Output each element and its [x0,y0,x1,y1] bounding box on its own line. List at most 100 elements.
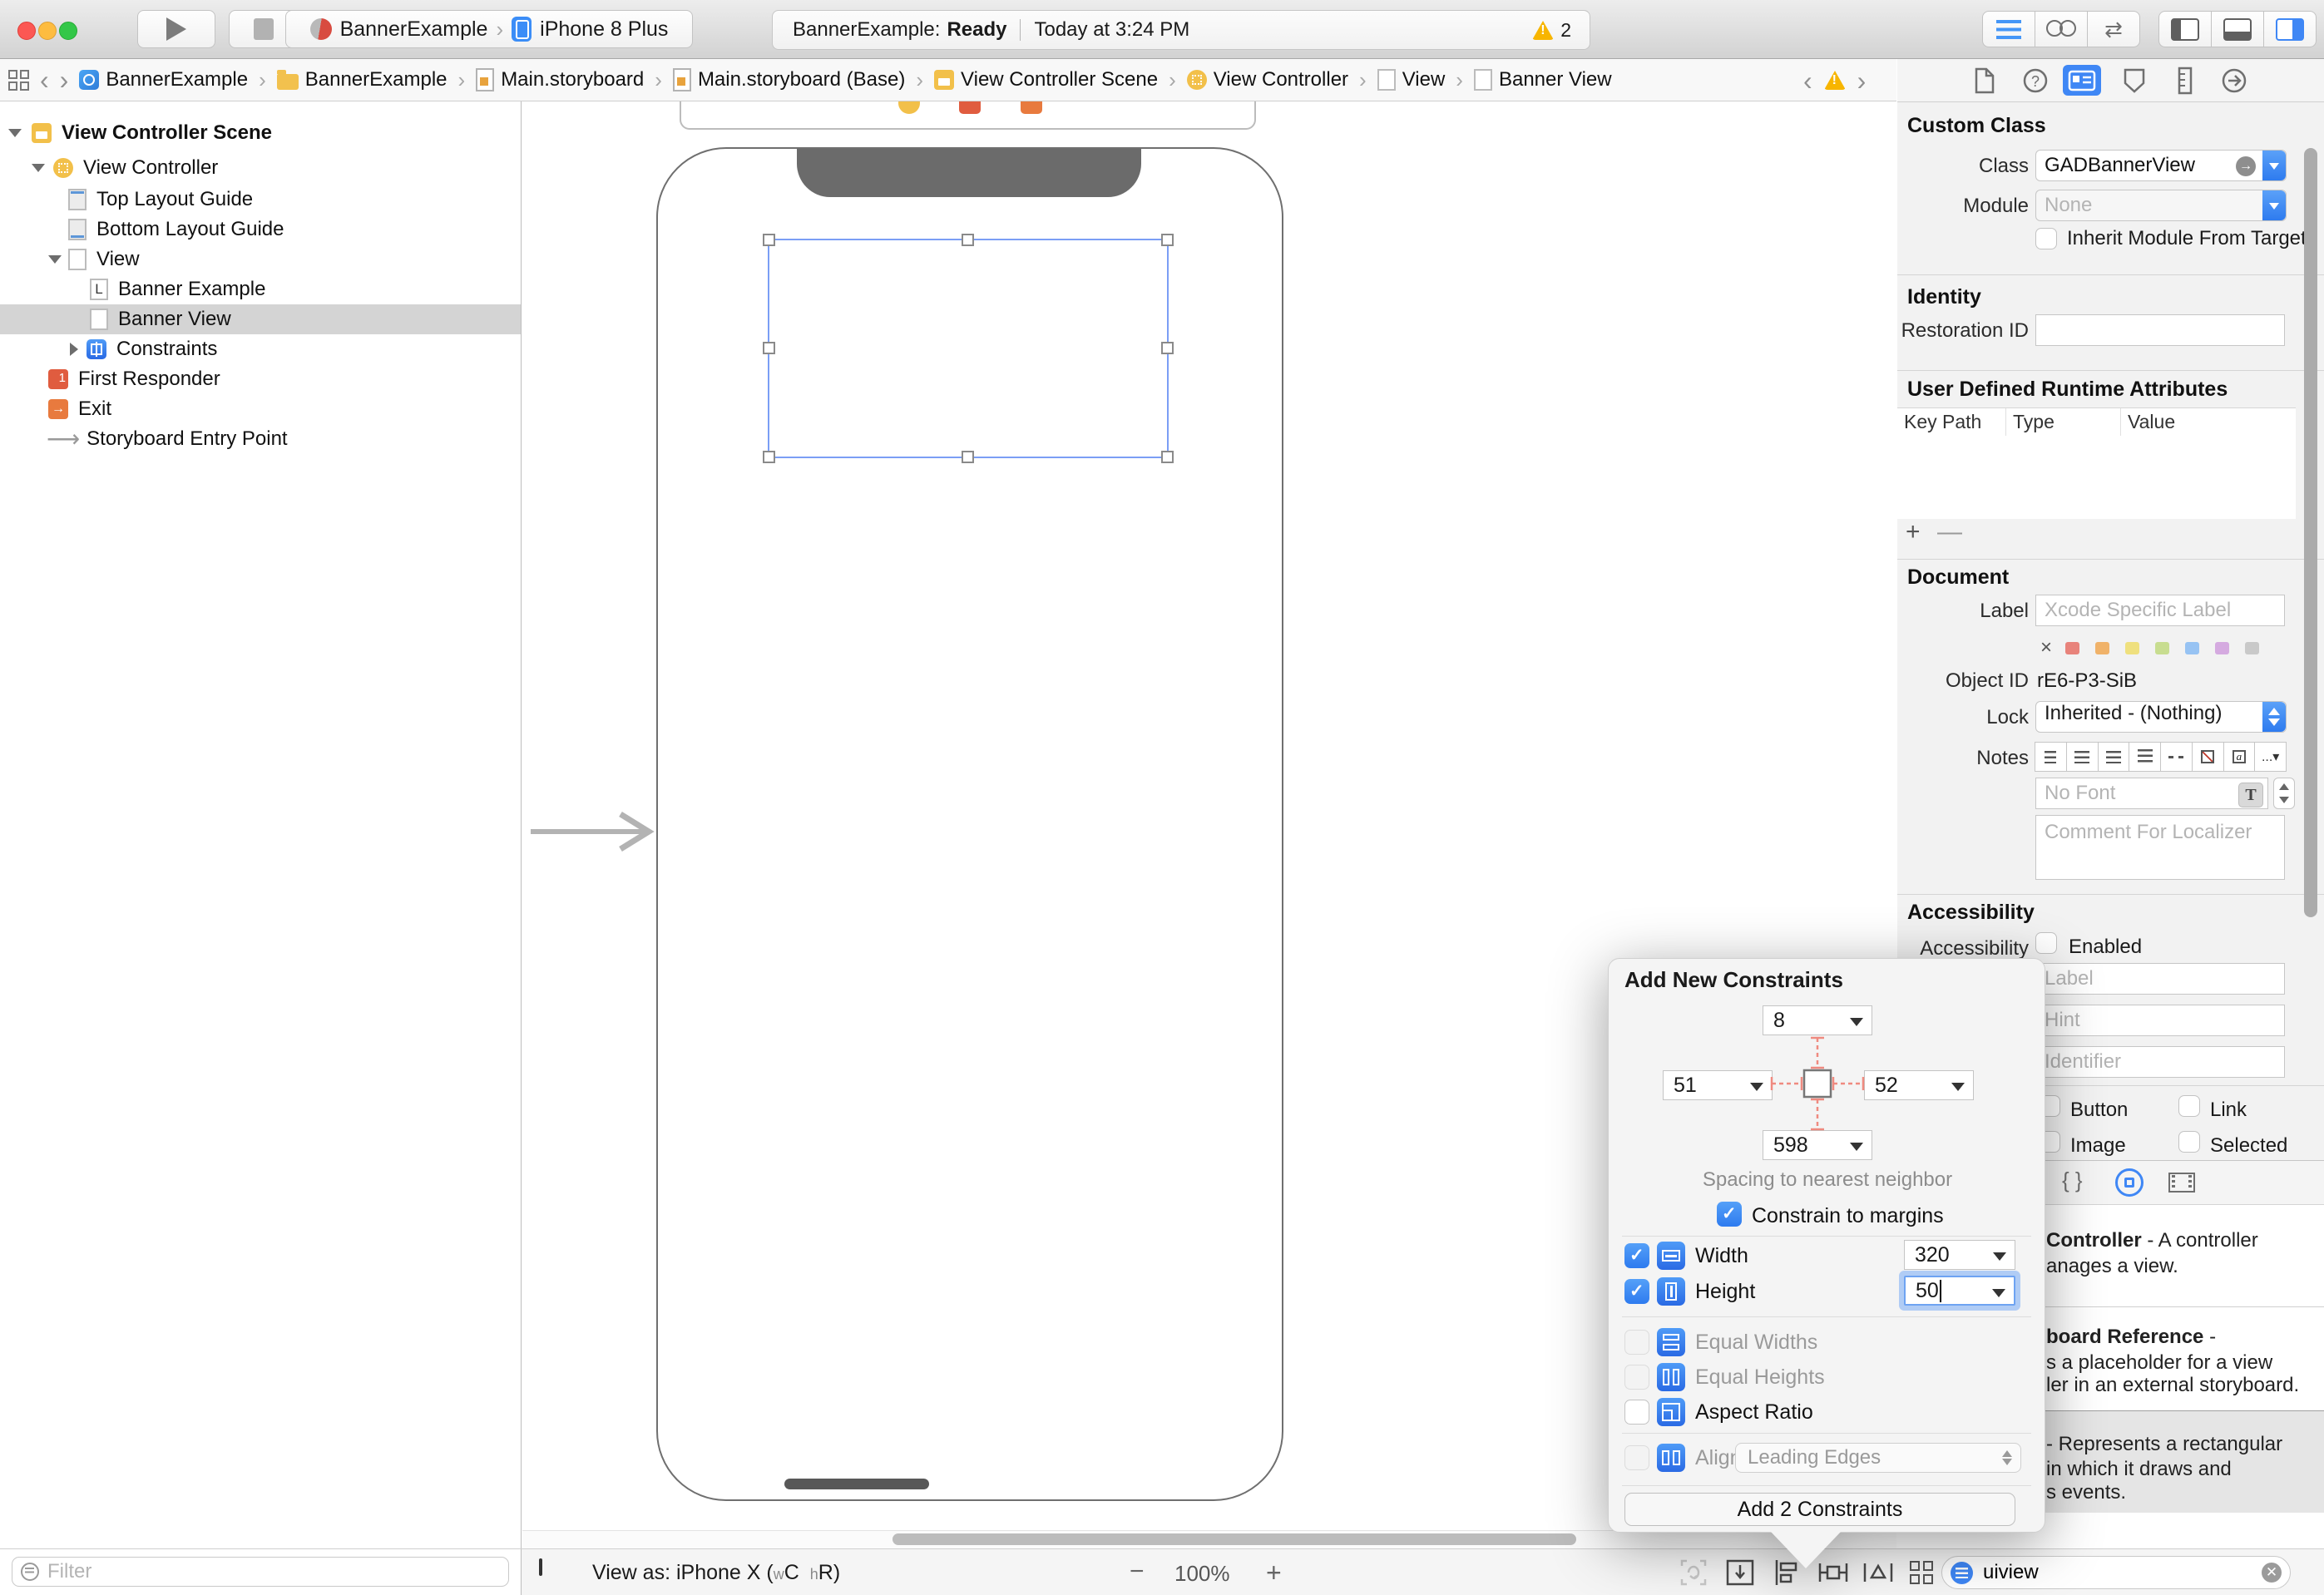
outline-row-banner-example[interactable]: L Banner Example [0,274,521,304]
minimize-window-button[interactable] [38,22,57,40]
class-input[interactable] [2036,151,2236,180]
color-yellow-swatch[interactable] [2125,642,2139,654]
resize-handle[interactable] [1161,234,1174,246]
canvas-horizontal-scrollbar[interactable] [522,1530,1896,1548]
jump-to-class-icon[interactable]: → [2236,156,2256,176]
remove-attribute-button[interactable]: — [1937,518,1962,546]
outline-row-banner-view[interactable]: Banner View [0,304,521,334]
next-issue-button[interactable]: › [1857,67,1867,94]
outline-row-exit[interactable]: → Exit [0,394,521,424]
scrollbar-thumb[interactable] [893,1533,1576,1545]
breadcrumb-project[interactable]: BannerExample [79,68,248,91]
color-orange-swatch[interactable] [2095,642,2109,654]
code-snippets-tab[interactable]: { } [2062,1168,2083,1193]
font-input[interactable] [2036,778,2236,808]
trailing-spacing-field[interactable]: 52 [1864,1070,1974,1100]
zoom-out-button[interactable]: − [1130,1558,1145,1586]
toggle-debug-area-button[interactable] [2211,11,2264,47]
resize-handle[interactable] [763,234,775,246]
runtime-attributes-table[interactable] [1897,436,2296,519]
accessibility-enabled-checkbox[interactable] [2035,932,2057,954]
class-field[interactable]: → [2035,150,2287,181]
library-item-text[interactable]: s a placeholder for a view [2046,1351,2272,1375]
outline-filter-field[interactable] [12,1557,509,1587]
align-center-icon[interactable] [2066,742,2099,772]
width-checkbox[interactable] [1624,1243,1649,1268]
dropdown-arrow-icon[interactable] [1750,1083,1763,1091]
font-size-stepper[interactable] [2273,778,2295,809]
outline-row-view-controller[interactable]: View Controller [0,153,521,183]
color-red-swatch[interactable] [2065,642,2079,654]
zoom-level[interactable]: 100% [1174,1561,1230,1587]
view-controller-icon[interactable] [898,101,920,114]
storyboard-entry-point-arrow[interactable] [531,811,657,852]
disclosure-down-icon[interactable] [48,255,62,264]
update-frames-button[interactable] [1675,1558,1712,1588]
outline-filter-input[interactable] [46,1559,500,1584]
tab-size-inspector[interactable] [2167,65,2205,96]
align-edges-select[interactable]: Leading Edges [1735,1443,2021,1473]
lock-popup[interactable]: Inherited - (Nothing) [2035,701,2287,733]
outline-row-view[interactable]: View [0,244,521,274]
run-button[interactable] [137,10,215,48]
previous-issue-button[interactable]: ‹ [1803,67,1812,94]
accessibility-hint-field[interactable] [2035,1005,2285,1036]
outline-row-scene[interactable]: View Controller Scene [0,118,521,148]
library-grid-button[interactable] [1903,1558,1940,1588]
dropdown-arrow-icon[interactable] [1951,1083,1965,1091]
dropdown-arrow-icon[interactable] [1992,1289,2005,1297]
class-dropdown-button[interactable] [2262,151,2286,180]
add-constraints-submit-button[interactable]: Add 2 Constraints [1624,1493,2015,1526]
breadcrumb-group[interactable]: BannerExample [277,68,447,91]
library-search-field[interactable]: ✕ [1941,1556,2291,1589]
outline-row-entry-point[interactable]: ⟶ Storyboard Entry Point [0,424,521,454]
restoration-id-input[interactable] [2036,315,2284,345]
equal-widths-checkbox[interactable] [1624,1330,1649,1355]
spacing-beams-diagram[interactable] [1763,1030,1872,1138]
outline-row-top-layout-guide[interactable]: Top Layout Guide [0,185,521,215]
breadcrumb-view[interactable]: View [1377,68,1446,91]
clear-search-icon[interactable]: ✕ [2262,1563,2282,1583]
tab-connections-inspector[interactable] [2215,65,2253,96]
restoration-id-field[interactable] [2035,314,2285,346]
related-items-icon[interactable] [8,70,29,91]
inherit-module-checkbox[interactable] [2035,228,2057,249]
color-blue-swatch[interactable] [2185,642,2199,654]
disclosure-right-icon[interactable] [70,343,78,356]
justify-icon[interactable] [2129,742,2161,772]
forward-button[interactable]: › [60,67,69,93]
align-right-icon[interactable] [2098,742,2130,772]
library-item-text[interactable]: ler in an external storyboard. [2046,1374,2299,1397]
accessibility-identifier-input[interactable] [2036,1047,2284,1077]
back-button[interactable]: ‹ [40,67,49,93]
module-field[interactable] [2035,190,2287,221]
breadcrumb-view-controller[interactable]: View Controller [1187,68,1348,91]
module-dropdown-button[interactable] [2262,190,2286,220]
dropdown-arrow-icon[interactable] [1993,1252,2006,1261]
outline-row-bottom-layout-guide[interactable]: Bottom Layout Guide [0,215,521,244]
library-item-text[interactable]: Controller - A controller [2046,1229,2258,1252]
breadcrumb-storyboard[interactable]: Main.storyboard [476,68,644,91]
issues-badge[interactable]: 2 [1532,19,1571,42]
align-checkbox[interactable] [1624,1445,1649,1470]
clear-color-button[interactable]: × [2040,636,2052,659]
toggle-navigator-button[interactable] [2158,11,2212,47]
height-value-field[interactable]: 50 [1904,1276,2015,1306]
width-value-field[interactable]: 320 [1904,1240,2015,1270]
toggle-inspector-button[interactable] [2263,11,2317,47]
no-fill-icon[interactable] [2192,742,2224,772]
media-library-tab[interactable] [2168,1173,2195,1193]
view-as-label[interactable]: View as: iPhone X (wC hR) [592,1561,840,1585]
disclosure-down-icon[interactable] [8,129,22,137]
module-input[interactable] [2036,190,2256,220]
color-green-swatch[interactable] [2155,642,2169,654]
resize-handle[interactable] [1161,342,1174,354]
resize-handle[interactable] [1161,451,1174,463]
breadcrumb-scene[interactable]: View Controller Scene [934,68,1158,91]
resize-handle[interactable] [962,451,974,463]
height-checkbox[interactable] [1624,1279,1649,1304]
close-window-button[interactable] [17,22,36,40]
assistant-editor-button[interactable] [2035,11,2088,47]
inspector-scrollbar-thumb[interactable] [2304,148,2317,917]
library-item-text[interactable]: board Reference - [2046,1326,2216,1349]
